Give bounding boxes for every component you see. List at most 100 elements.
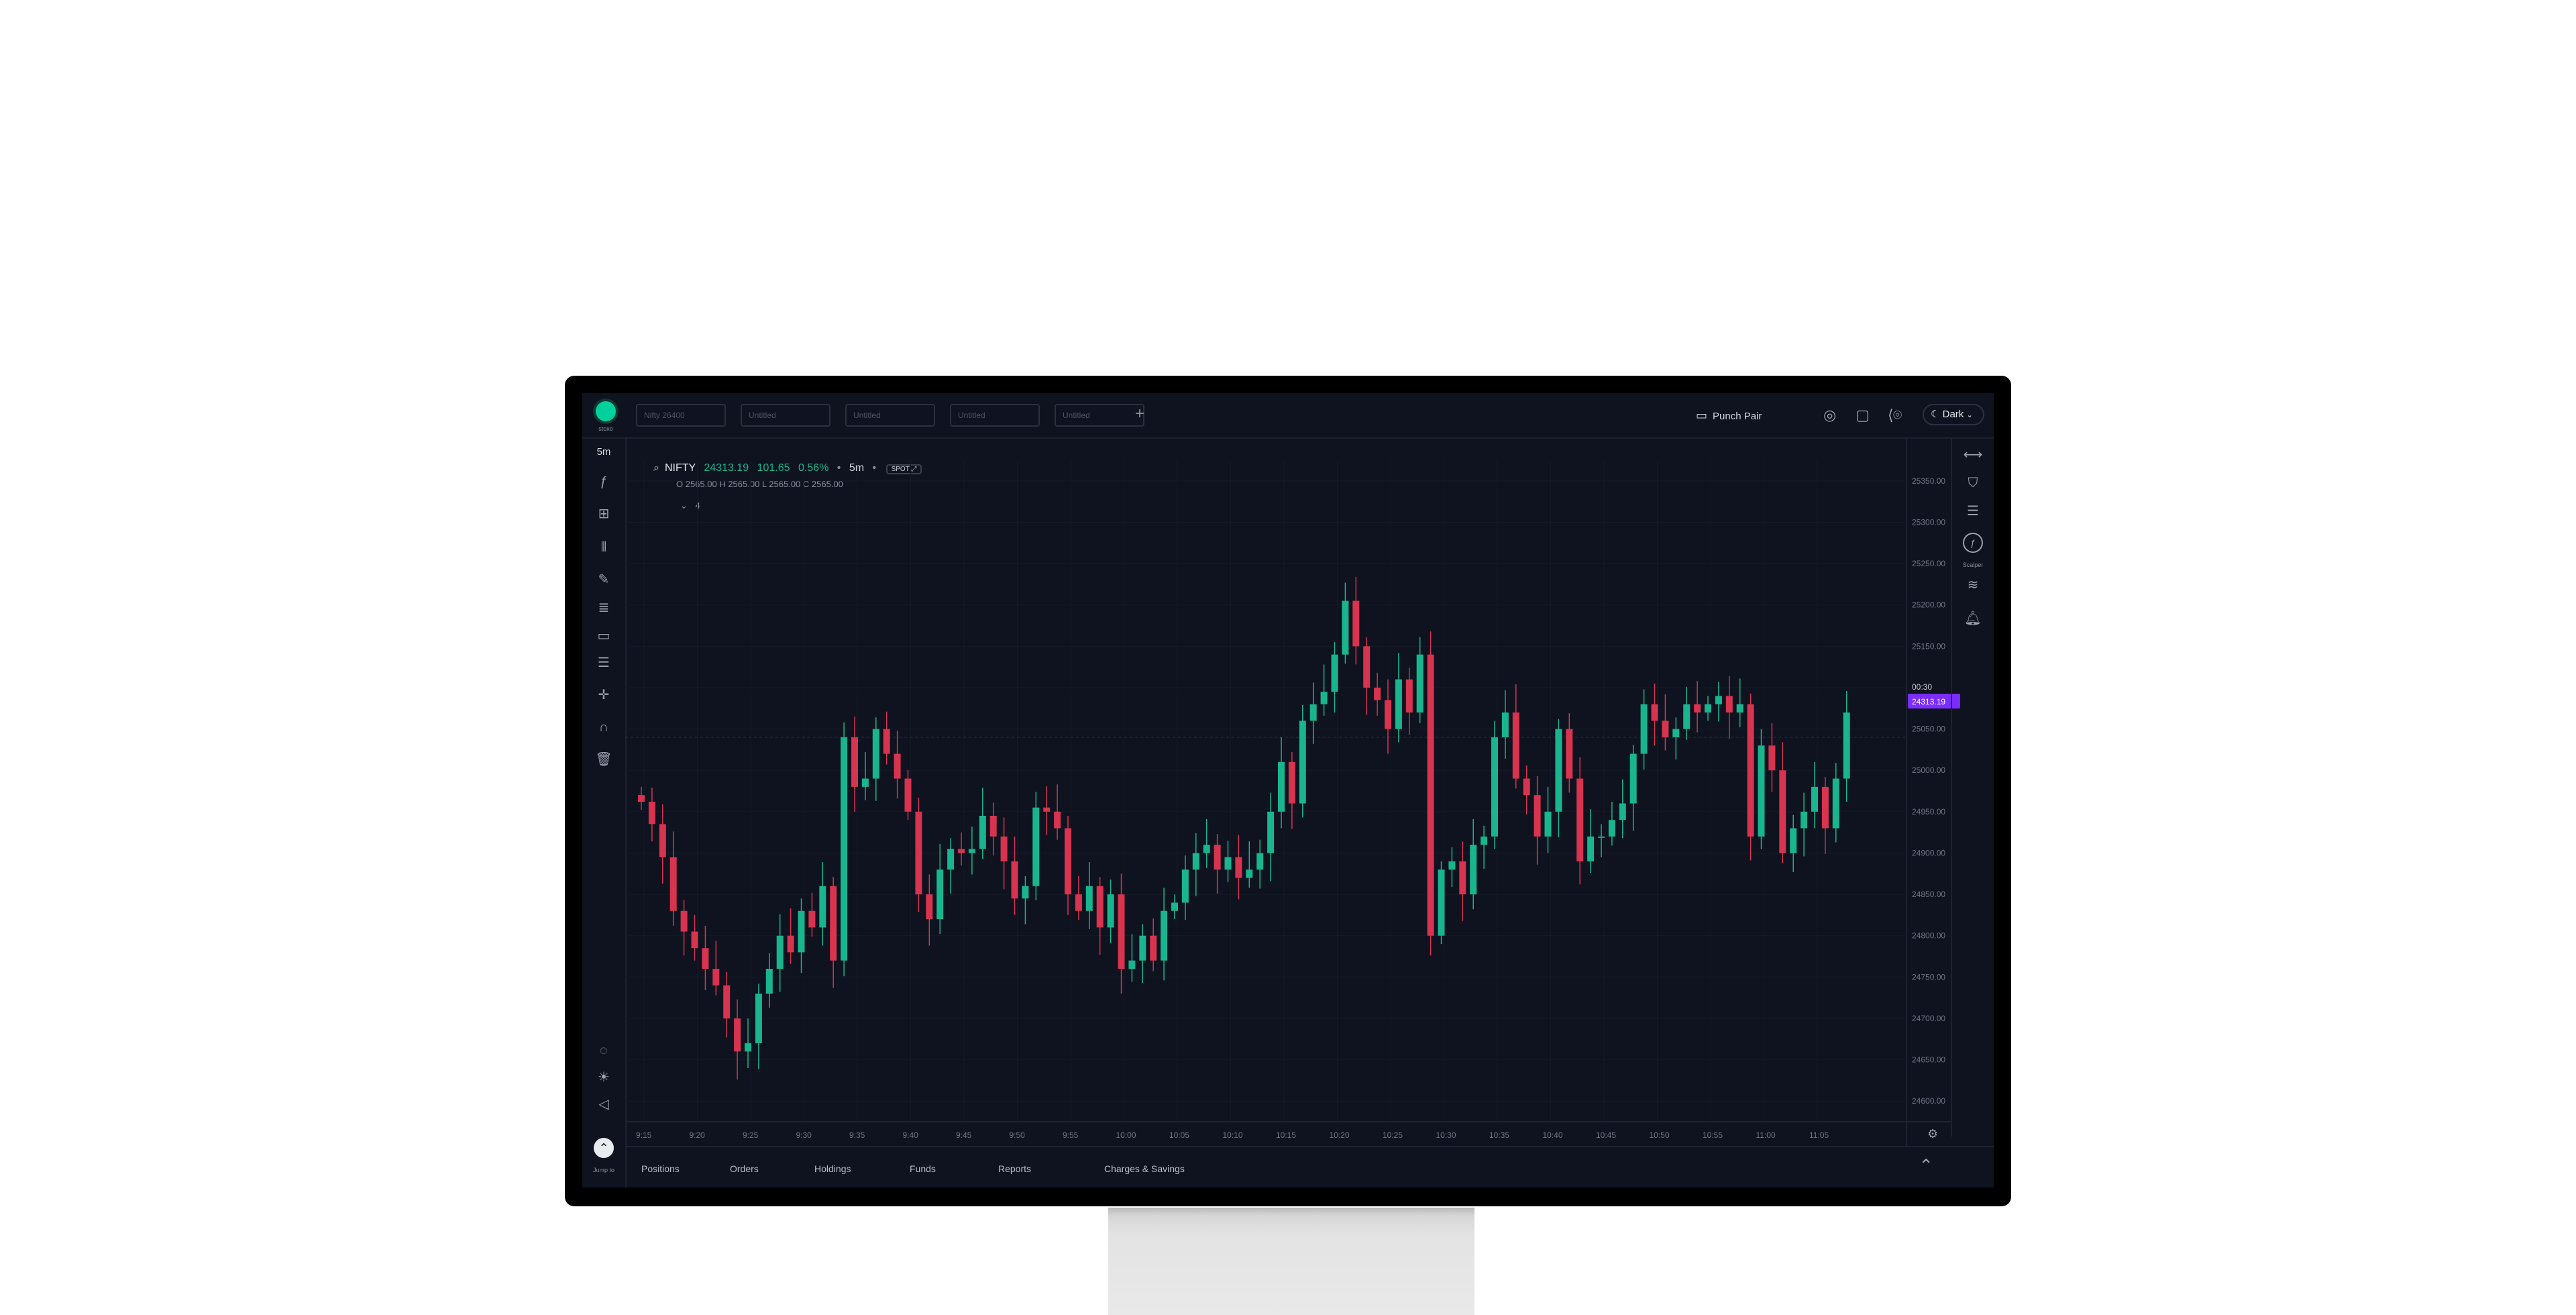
trading-app-screen: stoxo Nifty 26400 Untitled Untitled Unti… bbox=[582, 393, 1994, 1188]
candle-body bbox=[1363, 646, 1371, 688]
candle-body bbox=[1000, 836, 1008, 861]
price-tick-label: 24900.00 bbox=[1912, 848, 1945, 857]
price-tick-label: 24750.00 bbox=[1912, 972, 1945, 982]
right-sidebar: ⟷ ⛉ ☰ ƒ Scalper ≋ 🔔︎ bbox=[1951, 437, 1994, 1137]
tab-charges-savings[interactable]: Charges & Savings bbox=[1104, 1162, 1185, 1175]
alert-bell-icon[interactable]: 🔔︎ bbox=[1952, 609, 1994, 628]
candle-body bbox=[723, 985, 731, 1018]
candle-body bbox=[776, 935, 784, 969]
candle-body bbox=[1747, 704, 1754, 837]
price-tick-label: 25300.00 bbox=[1912, 517, 1945, 527]
candle-body bbox=[1448, 861, 1456, 870]
time-tick-label: 9:25 bbox=[743, 1130, 759, 1140]
candle-body bbox=[1032, 807, 1040, 886]
candle-body bbox=[1075, 894, 1082, 911]
candle-body bbox=[830, 886, 837, 961]
candle-body bbox=[1395, 679, 1402, 729]
bottom-panel-tabs: Positions Orders Holdings Funds Reports … bbox=[625, 1146, 1994, 1188]
candle-body bbox=[1576, 778, 1584, 861]
bookmark-icon[interactable]: ⛉ bbox=[1952, 474, 1994, 492]
time-tick-label: 10:35 bbox=[1489, 1130, 1509, 1140]
scalper-icon[interactable]: ƒ bbox=[1952, 533, 1994, 553]
candle-body bbox=[1683, 704, 1690, 729]
time-tick-label: 9:30 bbox=[796, 1130, 812, 1140]
candle-body bbox=[1128, 960, 1136, 969]
filter-icon[interactable]: ≋ bbox=[1952, 576, 1994, 594]
candle-body bbox=[1801, 811, 1808, 829]
candle-body bbox=[1139, 935, 1146, 961]
candle-body bbox=[1491, 737, 1498, 837]
expand-panel-icon[interactable]: ⌃ bbox=[1919, 1155, 1933, 1176]
time-tick-label: 10:15 bbox=[1276, 1130, 1296, 1140]
price-tick-label: 24650.00 bbox=[1912, 1055, 1945, 1065]
list-icon[interactable]: ☰ bbox=[1952, 502, 1994, 521]
countdown-label: 00:30 bbox=[1912, 682, 1932, 692]
candle-body bbox=[1299, 721, 1306, 804]
candle-body bbox=[1288, 761, 1295, 804]
price-tick-label: 24800.00 bbox=[1912, 931, 1945, 941]
candle-body bbox=[691, 931, 698, 949]
candle-body bbox=[1779, 770, 1786, 853]
candle-body bbox=[1662, 721, 1669, 737]
candle-body bbox=[872, 729, 879, 779]
candle-body bbox=[1481, 836, 1488, 845]
candlestick-chart[interactable]: 25350.00 25300.00 25250.00 25200.00 25150.00… bbox=[582, 393, 1994, 1188]
candle-body bbox=[712, 968, 720, 986]
candle-body bbox=[1331, 654, 1338, 692]
candle-body bbox=[1181, 870, 1189, 903]
candle-body bbox=[1758, 745, 1765, 837]
candle-body bbox=[1715, 696, 1722, 704]
candle-body bbox=[1150, 935, 1157, 961]
candle-body bbox=[1022, 886, 1029, 899]
time-tick-label: 10:45 bbox=[1596, 1130, 1616, 1140]
candles bbox=[638, 576, 1850, 1080]
time-tick-label: 9:45 bbox=[956, 1130, 972, 1140]
tab-orders[interactable]: Orders bbox=[730, 1162, 759, 1175]
candle-body bbox=[894, 753, 901, 779]
tab-funds[interactable]: Funds bbox=[910, 1162, 936, 1175]
candle-body bbox=[1246, 870, 1253, 878]
candle-body bbox=[851, 737, 858, 787]
candle-body bbox=[1352, 600, 1360, 647]
candle-body bbox=[1598, 836, 1605, 838]
candle-body bbox=[765, 968, 773, 994]
candle-body bbox=[648, 802, 655, 825]
axis-settings-icon[interactable]: ⚙ bbox=[1927, 1127, 1938, 1141]
monitor-stand bbox=[1108, 1208, 1474, 1315]
time-tick-label: 10:00 bbox=[1116, 1130, 1136, 1140]
candle-body bbox=[1544, 811, 1552, 837]
candle-body bbox=[1768, 745, 1776, 771]
tab-reports[interactable]: Reports bbox=[998, 1162, 1031, 1175]
candle-body bbox=[958, 849, 965, 853]
time-tick-label: 10:30 bbox=[1436, 1130, 1456, 1140]
price-tick-label: 25250.00 bbox=[1912, 559, 1945, 568]
candle-body bbox=[1694, 704, 1701, 713]
code-icon[interactable]: ⟷ bbox=[1952, 445, 1994, 464]
candle-body bbox=[787, 935, 794, 953]
time-tick-label: 11:05 bbox=[1809, 1130, 1829, 1140]
time-tick-label: 9:40 bbox=[903, 1130, 919, 1140]
candle-body bbox=[926, 894, 933, 920]
candle-body bbox=[680, 910, 688, 932]
candle-body bbox=[979, 815, 986, 849]
tab-positions[interactable]: Positions bbox=[641, 1162, 680, 1175]
tab-holdings[interactable]: Holdings bbox=[814, 1162, 851, 1175]
candle-body bbox=[947, 849, 955, 870]
price-tick-label: 24950.00 bbox=[1912, 807, 1945, 817]
time-tick-label: 10:10 bbox=[1223, 1130, 1243, 1140]
candle-body bbox=[745, 1043, 751, 1052]
candle-body bbox=[1608, 820, 1615, 837]
candle-body bbox=[1107, 894, 1114, 928]
candle-body bbox=[1523, 778, 1530, 796]
candle-body bbox=[841, 737, 848, 961]
price-axis-labels: 25350.00 25300.00 25250.00 25200.00 25150.00… bbox=[1912, 476, 1945, 1106]
candle-body bbox=[1065, 828, 1071, 895]
candle-body bbox=[1587, 836, 1595, 861]
time-tick-label: 10:55 bbox=[1703, 1130, 1723, 1140]
candle-body bbox=[1203, 845, 1210, 853]
candle-body bbox=[1085, 886, 1093, 911]
candle-body bbox=[1171, 902, 1178, 911]
price-tick-label: 24600.00 bbox=[1912, 1096, 1945, 1106]
candle-body bbox=[883, 729, 890, 754]
candle-body bbox=[1214, 845, 1221, 870]
